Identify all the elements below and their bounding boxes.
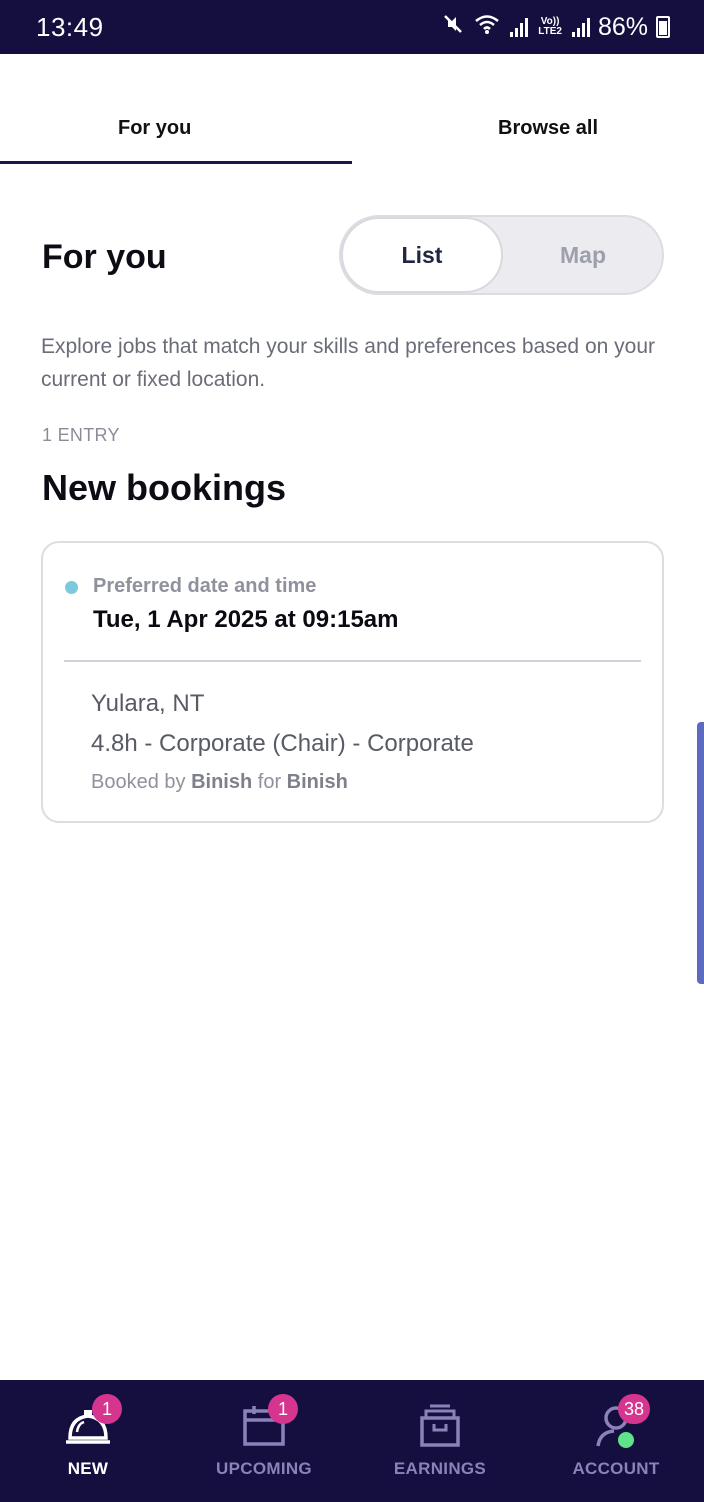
nav-upcoming[interactable]: 1 UPCOMING bbox=[176, 1380, 352, 1502]
volte-indicator: Vo)) LTE2 bbox=[538, 17, 562, 37]
mute-icon bbox=[442, 13, 464, 42]
status-bar: 13:49 Vo)) LTE2 86% bbox=[0, 0, 704, 54]
booked-mid: for bbox=[257, 771, 282, 793]
status-dot bbox=[65, 581, 78, 594]
archive-box-icon bbox=[420, 1404, 460, 1447]
signal-icon bbox=[510, 17, 529, 37]
tab-for-you[interactable]: For you bbox=[0, 54, 352, 164]
map-view-button[interactable]: Map bbox=[503, 217, 663, 293]
entry-count: 1 ENTRY bbox=[42, 425, 120, 445]
nav-earnings[interactable]: EARNINGS bbox=[352, 1380, 528, 1502]
tab-browse-all[interactable]: Browse all bbox=[352, 54, 704, 164]
booking-job: 4.8h - Corporate (Chair) - Corporate bbox=[91, 730, 474, 757]
booked-by-name: Binish bbox=[191, 771, 253, 793]
preferred-label: Preferred date and time bbox=[93, 575, 317, 597]
card-divider bbox=[64, 660, 641, 662]
booked-prefix: Booked by bbox=[91, 771, 186, 793]
nav-account-label: ACCOUNT bbox=[572, 1459, 660, 1478]
top-tabs: For you Browse all bbox=[0, 54, 704, 164]
nav-account[interactable]: 38 ACCOUNT bbox=[528, 1380, 704, 1502]
status-time: 13:49 bbox=[36, 11, 104, 42]
scroll-indicator[interactable] bbox=[697, 722, 704, 984]
view-toggle: List Map bbox=[339, 215, 664, 295]
status-indicators: Vo)) LTE2 86% bbox=[442, 13, 670, 42]
signal-icon-2 bbox=[571, 17, 590, 37]
booked-for-name: Binish bbox=[286, 771, 348, 793]
booked-by-line: Booked by Binish for Binish bbox=[91, 771, 348, 794]
volte-bottom: LTE2 bbox=[538, 26, 562, 37]
wifi-icon bbox=[474, 13, 500, 42]
battery-icon bbox=[656, 16, 670, 38]
booking-location: Yulara, NT bbox=[91, 690, 205, 717]
battery-percent: 86% bbox=[597, 12, 648, 41]
page-title: For you bbox=[42, 238, 167, 276]
booking-card[interactable]: Preferred date and time Tue, 1 Apr 2025 … bbox=[41, 541, 664, 823]
nav-earnings-label: EARNINGS bbox=[393, 1459, 487, 1478]
page-description: Explore jobs that match your skills and … bbox=[41, 335, 655, 391]
list-view-button[interactable]: List bbox=[341, 217, 503, 293]
bottom-nav: 1 NEW 1 UPCOMING EARNINGS 38 ACCOUNT bbox=[0, 1380, 704, 1502]
preferred-date-time: Tue, 1 Apr 2025 at 09:15am bbox=[93, 606, 399, 633]
nav-upcoming-badge: 1 bbox=[268, 1394, 298, 1424]
nav-new[interactable]: 1 NEW bbox=[0, 1380, 176, 1502]
nav-account-badge: 38 bbox=[618, 1394, 651, 1424]
section-title: New bookings bbox=[42, 467, 287, 508]
nav-new-label: NEW bbox=[67, 1459, 109, 1478]
nav-upcoming-label: UPCOMING bbox=[216, 1459, 312, 1478]
nav-new-badge: 1 bbox=[92, 1394, 122, 1424]
